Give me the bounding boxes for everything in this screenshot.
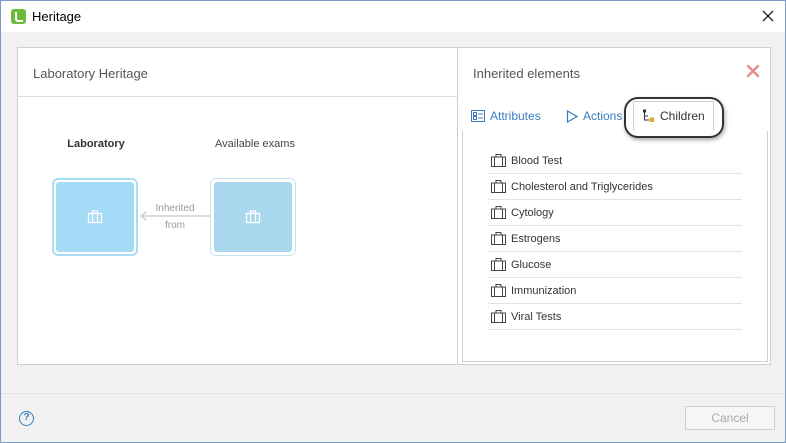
list-item[interactable]: Cholesterol and Triglycerides	[488, 174, 742, 200]
close-icon	[746, 64, 760, 78]
list-item[interactable]: Blood Test	[488, 148, 742, 174]
child-label: Viral Tests	[511, 310, 562, 323]
tab-children-label: Children	[660, 109, 705, 123]
inherited-from-label: Inherited from	[155, 203, 195, 231]
heritage-dialog: Heritage Laboratory Heritage Laboratory …	[0, 0, 786, 443]
tab-attributes[interactable]: Attributes	[471, 101, 541, 131]
list-item[interactable]: Viral Tests	[488, 304, 742, 330]
briefcase-icon	[491, 180, 506, 193]
available-exams-node-label: Available exams	[215, 138, 295, 150]
tab-bar: Attributes Actions Children	[462, 101, 768, 131]
child-label: Immunization	[511, 284, 577, 297]
briefcase-icon	[491, 154, 506, 167]
child-label: Estrogens	[511, 232, 561, 245]
briefcase-icon	[245, 210, 261, 224]
heritage-panel-title: Laboratory Heritage	[33, 66, 148, 81]
briefcase-icon	[491, 206, 506, 219]
dialog-footer: ? Cancel	[1, 393, 785, 442]
title-bar: Heritage	[1, 1, 785, 32]
briefcase-icon	[491, 258, 506, 271]
list-item[interactable]: Immunization	[488, 278, 742, 304]
list-item[interactable]: Estrogens	[488, 226, 742, 252]
available-exams-node[interactable]	[210, 178, 296, 256]
child-label: Glucose	[511, 258, 552, 271]
list-item[interactable]: Cytology	[488, 200, 742, 226]
tab-actions[interactable]: Actions	[566, 101, 622, 131]
help-icon[interactable]: ?	[19, 411, 34, 426]
panel-close-button[interactable]	[746, 64, 760, 78]
play-icon	[566, 109, 578, 123]
attributes-icon	[471, 110, 485, 122]
heritage-panel: Laboratory Heritage Laboratory Available…	[17, 47, 457, 365]
app-logo-icon	[11, 9, 26, 24]
laboratory-node[interactable]	[52, 178, 138, 256]
dialog-content: Laboratory Heritage Laboratory Available…	[1, 32, 785, 393]
child-label: Blood Test	[511, 154, 563, 167]
cancel-button[interactable]: Cancel	[685, 406, 775, 430]
hierarchy-icon	[642, 109, 655, 123]
list-item[interactable]: Glucose	[488, 252, 742, 278]
child-label: Cytology	[511, 206, 554, 219]
tab-children[interactable]: Children	[633, 101, 714, 131]
child-label: Cholesterol and Triglycerides	[511, 180, 653, 193]
inherited-elements-title: Inherited elements	[473, 66, 580, 81]
children-list: Blood Test Cholesterol and Triglycerides…	[488, 148, 742, 330]
tab-actions-label: Actions	[583, 109, 623, 123]
laboratory-node-label: Laboratory	[67, 138, 125, 150]
window-title: Heritage	[32, 9, 82, 24]
briefcase-icon	[491, 310, 506, 323]
inherited-elements-panel: Inherited elements Attributes Actions Ch…	[457, 47, 771, 365]
tab-attributes-label: Attributes	[490, 109, 541, 123]
heritage-panel-header: Laboratory Heritage	[18, 48, 457, 97]
window-close-button[interactable]	[759, 7, 777, 25]
close-icon	[762, 10, 774, 22]
briefcase-icon	[491, 284, 506, 297]
briefcase-icon	[87, 210, 103, 224]
briefcase-icon	[491, 232, 506, 245]
